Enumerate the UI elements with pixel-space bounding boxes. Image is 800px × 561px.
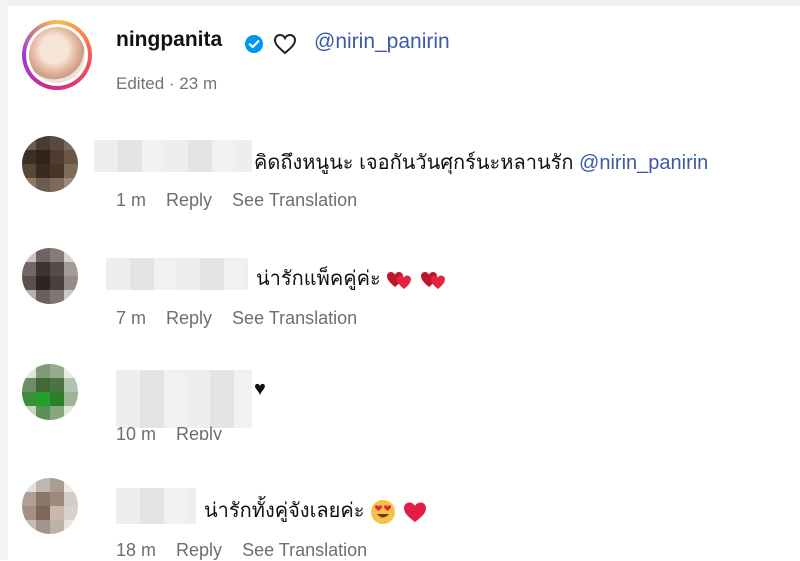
twin-hearts-emoji xyxy=(387,271,412,289)
reply-button[interactable]: Reply xyxy=(166,308,212,328)
comment-time: 1 m xyxy=(116,190,147,210)
comment-meta: 1 m Reply See Translation xyxy=(116,190,377,211)
red-heart-emoji xyxy=(403,502,426,522)
post-mention-link[interactable]: @nirin_panirin xyxy=(314,30,450,54)
see-translation-button[interactable]: See Translation xyxy=(232,190,357,210)
blurred-username xyxy=(94,140,252,172)
comment-meta: 10 m Reply xyxy=(116,424,242,440)
twin-hearts-emoji xyxy=(420,271,445,289)
reply-button[interactable]: Reply xyxy=(176,424,222,440)
comment-text: ♥ xyxy=(254,378,266,400)
post-author-avatar[interactable] xyxy=(22,20,92,90)
left-edge xyxy=(0,0,8,560)
post-username[interactable]: ningpanita xyxy=(116,28,222,52)
heart-eyes-emoji xyxy=(371,499,396,524)
comment-text: น่ารักแพ็คคู่ค่ะ xyxy=(256,262,448,294)
verified-badge-icon xyxy=(245,35,263,53)
comment-avatar[interactable] xyxy=(22,248,78,304)
post-edited-timestamp: Edited · 23 m xyxy=(116,74,218,93)
see-translation-button[interactable]: See Translation xyxy=(242,540,367,560)
blurred-username xyxy=(106,258,248,290)
comment-time: 18 m xyxy=(116,540,157,560)
comment-time: 10 m xyxy=(116,424,157,440)
top-divider xyxy=(0,0,800,6)
comment-avatar[interactable] xyxy=(22,136,78,192)
comment-text: คิดถึงหนูนะ เจอกันวันศุกร์นะหลานรัก @nir… xyxy=(254,152,709,174)
comment-mention-link[interactable]: @nirin_panirin xyxy=(579,152,708,174)
comment-time: 7 m xyxy=(116,308,147,328)
comment-text: น่ารักทั้งคู่จังเลยค่ะ xyxy=(204,494,428,526)
comment-avatar[interactable] xyxy=(22,478,78,534)
blurred-username xyxy=(116,370,252,428)
heart-outline-icon[interactable] xyxy=(273,33,297,55)
comment-meta: 7 m Reply See Translation xyxy=(116,308,377,329)
comment-avatar[interactable] xyxy=(22,364,78,420)
reply-button[interactable]: Reply xyxy=(166,190,212,210)
see-translation-button[interactable]: See Translation xyxy=(232,308,357,328)
blurred-username xyxy=(116,488,196,524)
reply-button[interactable]: Reply xyxy=(176,540,222,560)
comment-meta: 18 m Reply See Translation xyxy=(116,540,387,561)
